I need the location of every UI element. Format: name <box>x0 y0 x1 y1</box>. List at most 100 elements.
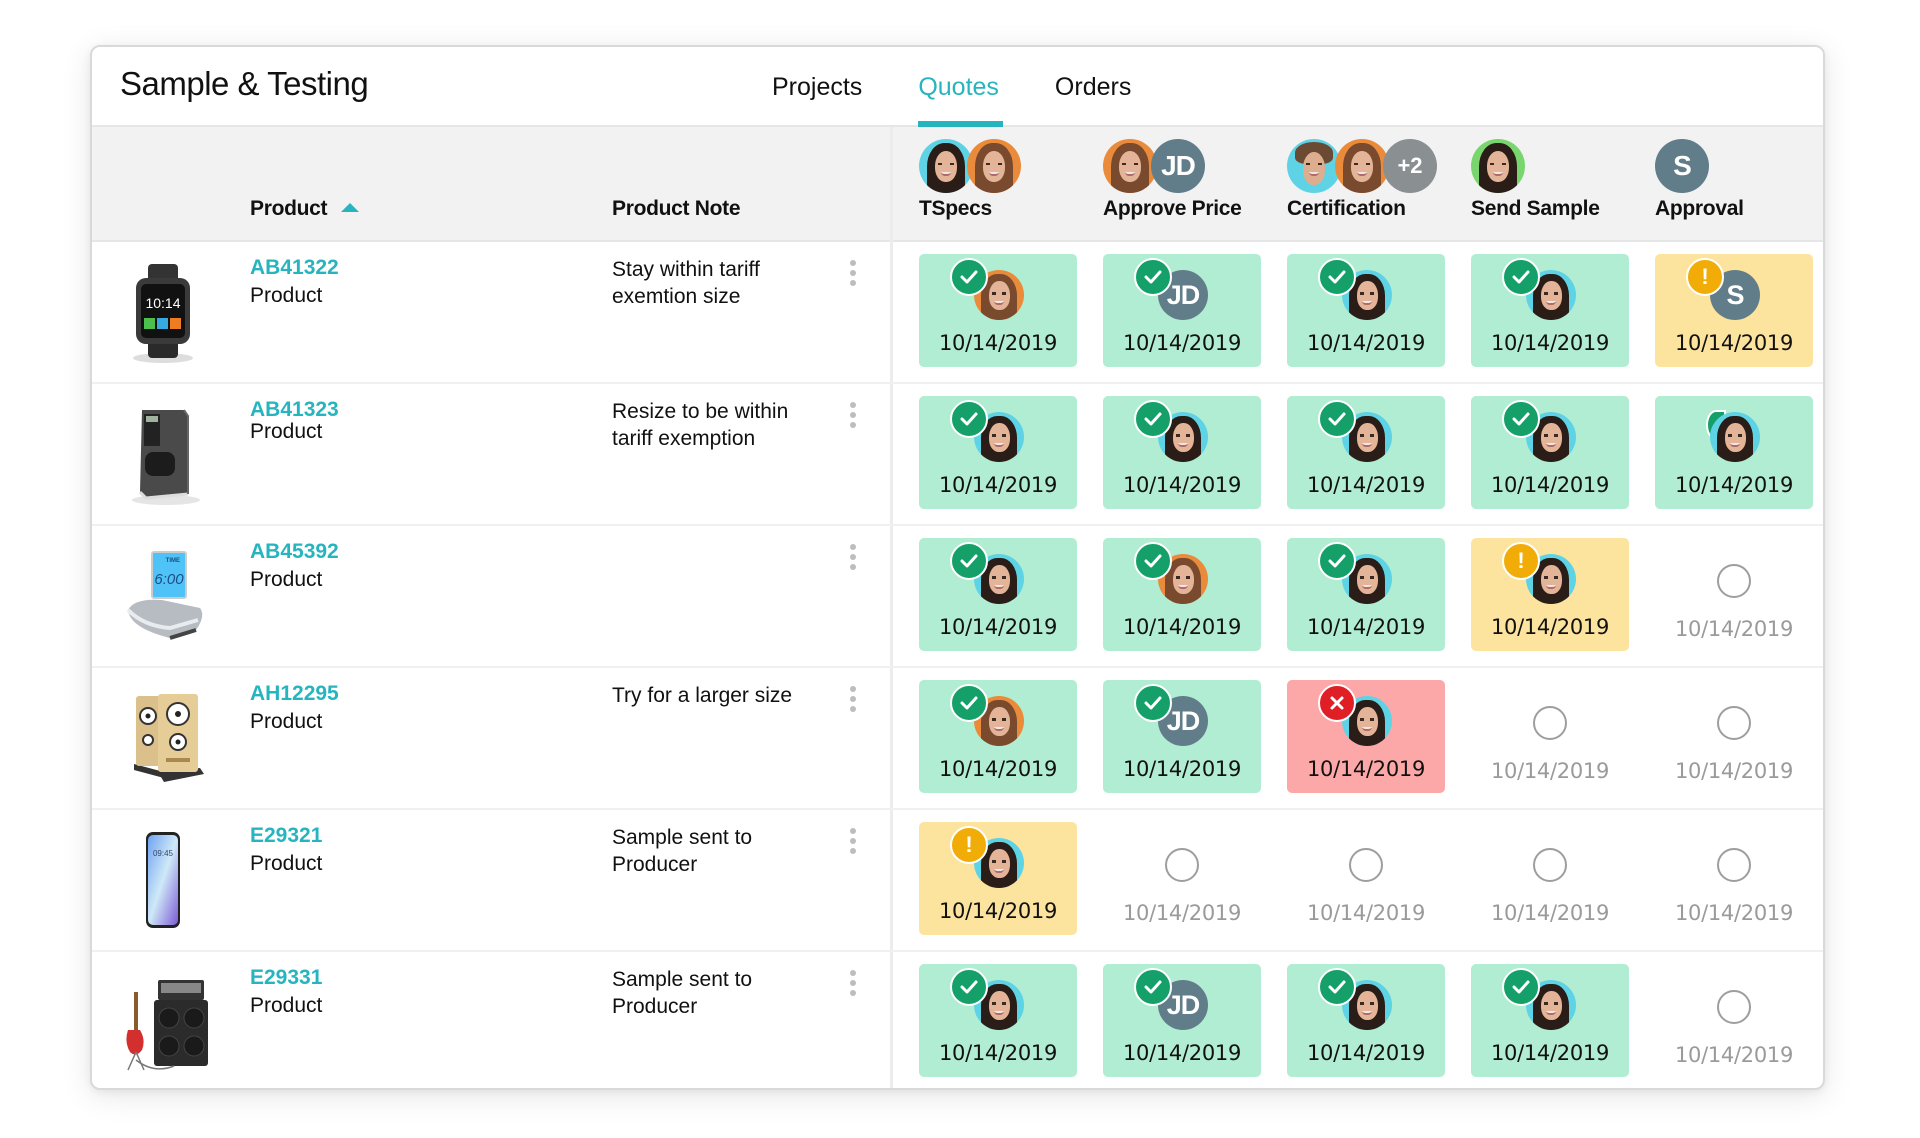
stage-status-cell-approved[interactable]: 10/14/2019 <box>919 680 1077 793</box>
table-row[interactable]: E29331 Product Sample sent to Producer 10/1… <box>92 952 1823 1088</box>
stage-status-cell-approved[interactable]: 10/14/2019 <box>919 254 1077 367</box>
stage-date: 10/14/2019 <box>938 757 1058 781</box>
avatar-photo <box>1335 139 1389 193</box>
stage-status-cell-approved[interactable]: 10/14/2019 <box>1287 964 1445 1077</box>
stage-status-cell-pending[interactable]: 10/14/2019 <box>1471 822 1629 935</box>
column-header-stage[interactable]: Approve Price <box>1103 197 1242 221</box>
stage-status-cell-pending[interactable]: 10/14/2019 <box>1655 822 1813 935</box>
more-options-icon[interactable] <box>846 828 860 862</box>
stage-status-cell-approved[interactable]: 10/14/2019 <box>1287 538 1445 651</box>
top-bar: Sample & Testing Projects Quotes Orders <box>92 47 1823 127</box>
sort-ascending-icon[interactable] <box>341 203 360 212</box>
more-options-icon[interactable] <box>846 686 860 720</box>
stage-date: 10/14/2019 <box>1674 331 1794 355</box>
stage-assignees[interactable]: +2 <box>1287 139 1437 193</box>
stage-date: 10/14/2019 <box>1490 759 1610 783</box>
stage-status-cell-warning[interactable]: ! S 10/14/2019 <box>1655 254 1813 367</box>
stage-date: 10/14/2019 <box>938 615 1058 639</box>
stage-status-cell-pending[interactable]: 10/14/2019 <box>1103 822 1261 935</box>
speakers-image <box>114 686 212 791</box>
warning-icon: ! <box>1502 542 1540 580</box>
assignee-avatar: ! <box>1502 542 1576 604</box>
stage-status-cell-warning[interactable]: ! 10/14/2019 <box>1471 538 1629 651</box>
stage-status-cell-pending[interactable]: 10/14/2019 <box>1655 680 1813 793</box>
check-icon <box>950 258 988 296</box>
stage-assignees[interactable] <box>919 139 1021 193</box>
stage-status-cell-approved[interactable]: 10/14/2019 <box>1471 964 1629 1077</box>
more-options-icon[interactable] <box>846 970 860 1004</box>
table-row[interactable]: AH12295 Product Try for a larger size 10/14… <box>92 668 1823 810</box>
stage-date: 10/14/2019 <box>1122 331 1242 355</box>
stage-status-cell-approved[interactable]: JD 10/14/2019 <box>1103 680 1261 793</box>
table-row[interactable]: AB41323 Product Resize to be within tariff… <box>92 384 1823 526</box>
stage-status-cell-approved[interactable]: 10/14/2019 <box>919 396 1077 509</box>
table-row[interactable]: TIME 6:00 AB45392 Product 10/14/2019 10/14/20… <box>92 526 1823 668</box>
product-id-link[interactable]: AH12295 <box>250 682 339 706</box>
check-icon <box>1134 968 1172 1006</box>
product-id-link[interactable]: AB45392 <box>250 540 339 564</box>
stage-status-cell-approved[interactable]: 10/14/2019 <box>1655 396 1813 509</box>
stage-status-cell-approved[interactable]: 10/14/2019 <box>1103 396 1261 509</box>
stage-status-cell-approved[interactable]: JD 10/14/2019 <box>1103 964 1261 1077</box>
product-id-link[interactable]: AB41322 <box>250 256 339 280</box>
column-header-product-note[interactable]: Product Note <box>612 197 741 221</box>
product-note: Stay within tariff exemtion size <box>612 258 760 308</box>
stage-status-cell-pending[interactable]: 10/14/2019 <box>1471 680 1629 793</box>
product-note: Sample sent to Producer <box>612 968 753 1018</box>
product-id-link[interactable]: E29331 <box>250 966 322 990</box>
stage-status-cell-approved[interactable]: 10/14/2019 <box>1471 396 1629 509</box>
stage-date: 10/14/2019 <box>1122 473 1242 497</box>
stage-status-cell-approved[interactable]: 10/14/2019 <box>919 538 1077 651</box>
product-id-link[interactable]: AB41323 <box>250 398 339 422</box>
column-header-product[interactable]: Product <box>250 197 360 221</box>
column-header-stage[interactable]: TSpecs <box>919 197 992 221</box>
stage-status-cell-warning[interactable]: ! 10/14/2019 <box>919 822 1077 935</box>
warning-icon: ! <box>950 826 988 864</box>
stage-date: 10/14/2019 <box>1122 901 1242 925</box>
column-header-stage[interactable]: Approval <box>1655 197 1744 221</box>
tab-projects[interactable]: Projects <box>772 47 862 127</box>
stage-status-cell-approved[interactable]: 10/14/2019 <box>1287 254 1445 367</box>
avatar-photo <box>1287 139 1341 193</box>
stage-status-cell-pending[interactable]: 10/14/2019 <box>1287 822 1445 935</box>
check-icon <box>1502 400 1540 438</box>
stage-status-cell-pending[interactable]: 10/14/2019 <box>1655 538 1813 651</box>
stage-status-cell-approved[interactable]: 10/14/2019 <box>1103 538 1261 651</box>
empty-status-circle-icon <box>1349 848 1383 882</box>
tab-quotes[interactable]: Quotes <box>918 47 1003 127</box>
stage-assignees[interactable] <box>1471 139 1525 193</box>
stage-status-cell-approved[interactable]: 10/14/2019 <box>1287 396 1445 509</box>
stage-status-cell-rejected[interactable]: 10/14/2019 <box>1287 680 1445 793</box>
stage-status-cell-approved[interactable]: 10/14/2019 <box>919 964 1077 1077</box>
table-row[interactable]: 10:14 AB41322 Product Stay within tariff ex… <box>92 242 1823 384</box>
stage-date: 10/14/2019 <box>1490 901 1610 925</box>
sample-testing-panel: Sample & Testing Projects Quotes Orders … <box>90 45 1825 1090</box>
stage-date: 10/14/2019 <box>1306 757 1426 781</box>
stage-status-cell-approved[interactable]: 10/14/2019 <box>1471 254 1629 367</box>
column-header-stage[interactable]: Certification <box>1287 197 1406 221</box>
table-row[interactable]: 09:45 E29321 Product Sample sent to Produce… <box>92 810 1823 952</box>
assignee-avatar <box>1134 400 1208 462</box>
assignee-avatar: JD <box>1134 684 1208 746</box>
assignee-avatar <box>1706 410 1760 462</box>
stage-status-cell-approved[interactable]: JD 10/14/2019 <box>1103 254 1261 367</box>
product-type: Product <box>250 420 323 443</box>
stage-assignees[interactable]: S <box>1655 139 1709 193</box>
svg-text:TIME: TIME <box>166 558 180 564</box>
column-header-stage[interactable]: Send Sample <box>1471 197 1600 221</box>
product-id-link[interactable]: E29321 <box>250 824 322 848</box>
more-assignees-avatar: +2 <box>1383 139 1437 193</box>
tab-orders[interactable]: Orders <box>1055 47 1131 127</box>
check-icon <box>1502 258 1540 296</box>
initials-avatar: S <box>1655 139 1709 193</box>
more-options-icon[interactable] <box>846 402 860 436</box>
stage-date: 10/14/2019 <box>1306 901 1426 925</box>
stage-assignees[interactable]: JD <box>1103 139 1205 193</box>
empty-status-circle-icon <box>1533 848 1567 882</box>
more-options-icon[interactable] <box>846 260 860 294</box>
assignee-avatar <box>1502 400 1576 462</box>
stage-status-cell-pending[interactable]: 10/14/2019 <box>1655 964 1813 1077</box>
stage-date: 10/14/2019 <box>1306 331 1426 355</box>
more-options-icon[interactable] <box>846 544 860 578</box>
product-image-text: 09:45 <box>153 849 174 858</box>
